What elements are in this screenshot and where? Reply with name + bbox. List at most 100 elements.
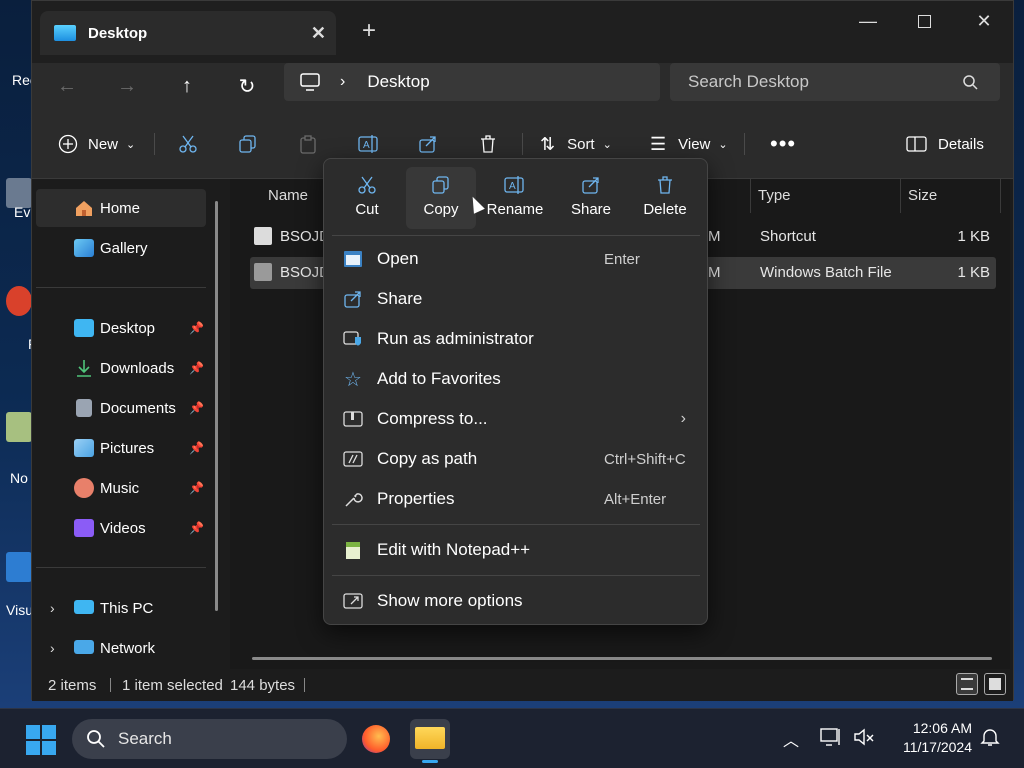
maximize-button[interactable] — [896, 7, 952, 35]
menu-item-properties[interactable]: Properties Alt+Enter — [330, 480, 702, 518]
pin-icon[interactable]: 📌 — [189, 441, 204, 455]
rename-quick-action[interactable]: A Rename — [480, 167, 550, 229]
address-bar[interactable]: › Desktop — [284, 63, 660, 101]
sort-label: Sort — [567, 135, 595, 153]
column-header-size[interactable]: Size — [908, 187, 937, 204]
tab-desktop[interactable]: Desktop ✕ — [40, 11, 336, 55]
view-button[interactable]: ☰ View ⌄ — [650, 131, 728, 157]
column-divider[interactable] — [1000, 179, 1001, 213]
share-button[interactable] — [418, 131, 438, 157]
sidebar-item-home[interactable]: Home — [36, 189, 206, 227]
sidebar-item-documents[interactable]: Documents 📌 — [36, 389, 206, 427]
details-pane-button[interactable]: Details — [906, 131, 984, 157]
copy-quick-action[interactable]: Copy — [406, 167, 476, 229]
details-pane-icon — [906, 136, 927, 152]
sidebar-item-network[interactable]: › Network — [36, 629, 206, 667]
menu-item-run-as-admin[interactable]: Run as administrator — [330, 320, 702, 358]
menu-item-share[interactable]: Share — [330, 280, 702, 318]
pin-icon[interactable]: 📌 — [189, 481, 204, 495]
menu-item-edit-notepad-plus-plus[interactable]: Edit with Notepad++ — [330, 531, 702, 569]
this-pc-icon — [300, 73, 320, 91]
delete-quick-action[interactable]: Delete — [630, 167, 700, 229]
paste-button[interactable] — [298, 131, 318, 157]
clock[interactable]: 12:06 AM 11/17/2024 — [888, 719, 972, 757]
column-divider[interactable] — [900, 179, 901, 213]
menu-item-add-favorites[interactable]: ☆ Add to Favorites — [330, 360, 702, 398]
item-count: 2 items — [48, 677, 97, 694]
notification-bell-icon[interactable] — [980, 727, 1000, 752]
active-indicator — [422, 760, 438, 763]
notepad-plus-plus-icon — [342, 539, 364, 561]
horizontal-scrollbar[interactable] — [252, 657, 992, 660]
divider — [744, 133, 745, 155]
menu-item-label: Run as administrator — [377, 329, 534, 348]
sidebar-item-music[interactable]: Music 📌 — [36, 469, 206, 507]
chevron-right-icon: › — [680, 410, 686, 427]
column-header-type[interactable]: Type — [758, 187, 791, 204]
close-window-button[interactable]: ✕ — [956, 7, 1012, 35]
minimize-button[interactable]: — — [840, 7, 896, 35]
navigation-bar: ← → ↑ ↻ › Desktop Search Desktop — [32, 63, 1013, 107]
menu-item-show-more-options[interactable]: Show more options — [330, 582, 702, 620]
chevron-right-icon[interactable]: › — [50, 640, 55, 656]
cut-quick-action[interactable]: Cut — [332, 167, 402, 229]
svg-text:A: A — [509, 181, 516, 192]
chevron-up-icon[interactable]: ︿ — [783, 727, 799, 751]
sidebar-item-gallery[interactable]: Gallery — [36, 229, 206, 267]
menu-item-copy-as-path[interactable]: Copy as path Ctrl+Shift+C — [330, 440, 702, 478]
column-divider[interactable] — [750, 179, 751, 213]
delete-button[interactable] — [478, 131, 498, 157]
pin-icon[interactable]: 📌 — [189, 401, 204, 415]
sidebar-item-desktop[interactable]: Desktop 📌 — [36, 309, 206, 347]
pin-icon[interactable]: 📌 — [189, 321, 204, 335]
close-tab-icon[interactable]: ✕ — [311, 23, 326, 44]
pin-icon[interactable]: 📌 — [189, 521, 204, 535]
taskbar: Search ︿ 12:06 AM 11/17/2024 — [0, 708, 1024, 768]
sidebar-item-videos[interactable]: Videos 📌 — [36, 509, 206, 547]
quick-action-label: Cut — [355, 201, 379, 218]
sort-button[interactable]: ⇅ Sort ⌄ — [540, 131, 612, 157]
details-view-button[interactable] — [956, 673, 978, 695]
chevron-right-icon[interactable]: › — [50, 600, 55, 616]
tab-title: Desktop — [88, 24, 148, 42]
up-button[interactable]: ↑ — [170, 69, 204, 103]
menu-item-shortcut: Alt+Enter — [604, 490, 667, 508]
rename-button[interactable]: A — [358, 131, 380, 157]
back-button[interactable]: ← — [50, 69, 84, 103]
network-icon[interactable] — [820, 727, 842, 752]
firefox-icon — [362, 725, 390, 753]
column-header-name[interactable]: Name — [268, 187, 308, 204]
share-quick-action[interactable]: Share — [556, 167, 626, 229]
sidebar-item-downloads[interactable]: Downloads 📌 — [36, 349, 206, 387]
sidebar-item-this-pc[interactable]: › This PC — [36, 589, 206, 627]
volume-muted-icon[interactable] — [853, 727, 875, 752]
menu-item-open[interactable]: Open Enter — [330, 240, 702, 278]
windows-logo-icon — [26, 725, 40, 739]
file-explorer-taskbar-button[interactable] — [410, 719, 450, 763]
search-box[interactable]: Search Desktop — [670, 63, 1000, 101]
copy-button[interactable] — [238, 131, 258, 157]
new-tab-button[interactable]: + — [362, 19, 376, 43]
app-icon — [6, 412, 32, 442]
start-button[interactable] — [26, 725, 56, 755]
sidebar-item-label: Music — [100, 479, 140, 497]
breadcrumb-desktop[interactable]: Desktop — [367, 72, 429, 92]
menu-item-compress[interactable]: Compress to... › — [330, 400, 702, 438]
new-button[interactable]: New ⌄ — [58, 131, 135, 157]
taskbar-search[interactable]: Search — [72, 719, 347, 759]
sidebar-scrollbar[interactable] — [215, 201, 218, 611]
refresh-button[interactable]: ↻ — [230, 69, 264, 103]
menu-item-label: Copy as path — [377, 449, 478, 468]
archive-icon — [342, 408, 364, 430]
svg-text:A: A — [363, 140, 370, 151]
sidebar-item-pictures[interactable]: Pictures 📌 — [36, 429, 206, 467]
sidebar-item-label: Pictures — [100, 439, 155, 457]
forward-button[interactable]: → — [110, 69, 144, 103]
more-options-button[interactable]: ••• — [770, 131, 796, 157]
tiles-view-button[interactable] — [984, 673, 1006, 695]
sidebar-item-label: Gallery — [100, 239, 148, 257]
pin-icon[interactable]: 📌 — [189, 361, 204, 375]
open-icon — [342, 248, 364, 270]
cut-button[interactable] — [178, 131, 198, 157]
firefox-taskbar-button[interactable] — [356, 719, 396, 759]
